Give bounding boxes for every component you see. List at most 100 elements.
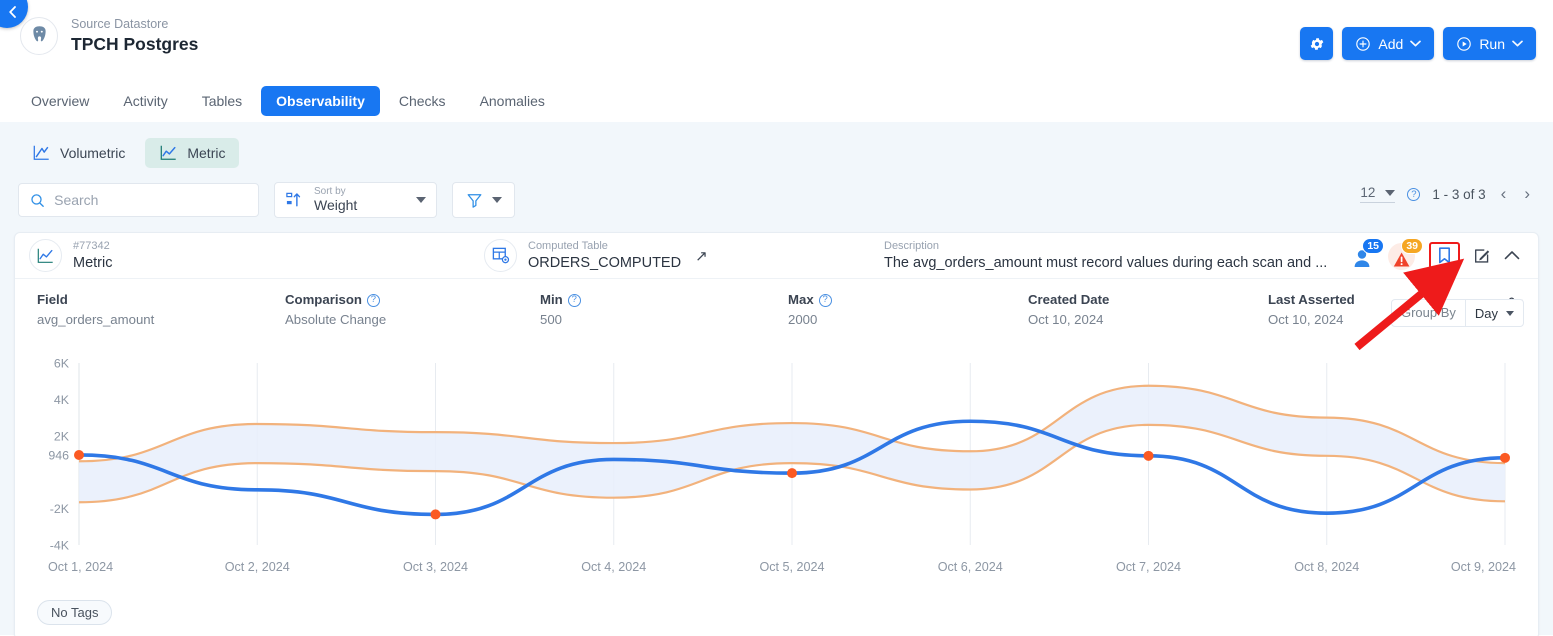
meta-asserted-value: Oct 10, 2024 [1268, 312, 1344, 327]
meta-max-label: Max [788, 292, 814, 307]
segment-volumetric-label: Volumetric [60, 145, 126, 161]
group-by-value: Day [1474, 305, 1498, 321]
no-tags-badge[interactable]: No Tags [37, 600, 113, 625]
meta-comparison-value: Absolute Change [285, 312, 387, 327]
group-by-control[interactable]: Group By Day [1390, 299, 1524, 327]
tab-activity[interactable]: Activity [108, 86, 182, 116]
bookmark-icon [1439, 247, 1450, 264]
page-range: 1 - 3 of 3 [1432, 186, 1486, 202]
header-actions: Add Run [1300, 16, 1537, 60]
meta-last-asserted: Last Asserted Oct 10, 2024 [1268, 291, 1355, 330]
play-circle-icon [1457, 36, 1472, 51]
edit-square-icon [1475, 248, 1490, 263]
settings-button[interactable] [1300, 27, 1334, 60]
computed-table-label: Computed Table [528, 240, 608, 252]
metric-chart-icon [161, 145, 177, 160]
edit-button[interactable] [1473, 247, 1491, 265]
chart-x-axis-labels: Oct 1, 2024 Oct 2, 2024 Oct 3, 2024 Oct 4, … [48, 560, 1516, 574]
computed-table-icon [484, 239, 517, 272]
svg-text:Oct 5, 2024: Oct 5, 2024 [759, 560, 824, 574]
svg-text:Oct 3, 2024: Oct 3, 2024 [403, 560, 468, 574]
metric-type: Metric [73, 255, 113, 271]
prev-page-button[interactable]: ‹ [1498, 184, 1510, 204]
app-page: Source Datastore TPCH Postgres Add Run O… [0, 0, 1553, 636]
metric-card-header: #77342 Metric Computed Table ORDERS_COMP… [15, 233, 1538, 279]
meta-max: Max ? 2000 [788, 291, 1028, 330]
volumetric-chart-icon [33, 145, 49, 160]
description-label: Description [884, 240, 940, 252]
page-size-value: 12 [1360, 185, 1376, 200]
meta-asserted-label: Last Asserted [1268, 292, 1355, 307]
tab-checks[interactable]: Checks [384, 86, 461, 116]
svg-text:Oct 8, 2024: Oct 8, 2024 [1294, 560, 1359, 574]
segment-volumetric[interactable]: Volumetric [18, 138, 139, 168]
primary-tabs: Overview Activity Tables Observability C… [0, 80, 1553, 122]
card-action-icons: 15 39 [1351, 237, 1524, 270]
svg-text:Oct 4, 2024: Oct 4, 2024 [581, 560, 646, 574]
help-circle-icon[interactable]: ? [818, 293, 832, 307]
datastore-subtitle: Source Datastore [71, 17, 169, 31]
segment-metric-label: Metric [187, 145, 226, 161]
chevron-down-icon [416, 197, 426, 203]
svg-text:Oct 7, 2024: Oct 7, 2024 [1116, 560, 1181, 574]
chevron-down-icon [491, 197, 502, 203]
people-count: 15 [1362, 237, 1384, 254]
help-circle-icon[interactable]: ? [567, 293, 581, 307]
svg-text:Oct 1, 2024: Oct 1, 2024 [48, 560, 113, 574]
metric-chart-svg: 6K4K2K946-2K-4K Oct 1, 2024 Oct 2, 2024 Oc… [48, 357, 1516, 575]
alert-badge[interactable]: 39 [1388, 237, 1423, 270]
meta-field-value: avg_orders_amount [37, 312, 155, 327]
description-value: The avg_orders_amount must record values… [884, 255, 1328, 271]
meta-min: Min ? 500 [540, 291, 788, 330]
tab-observability[interactable]: Observability [261, 86, 380, 116]
tab-overview[interactable]: Overview [16, 86, 104, 116]
description-block: Description The avg_orders_amount must r… [884, 239, 1351, 272]
add-button[interactable]: Add [1342, 27, 1435, 60]
sort-by-dropdown[interactable]: Sort by Weight [274, 182, 437, 218]
chevron-down-icon [1512, 40, 1523, 47]
datastore-identity: Source Datastore TPCH Postgres [16, 16, 198, 55]
group-by-label: Group By [1392, 300, 1466, 326]
alert-count: 39 [1401, 237, 1423, 254]
help-circle-icon[interactable]: ? [366, 293, 380, 307]
chevron-down-icon [1410, 40, 1422, 47]
chevron-down-icon [1506, 310, 1514, 316]
svg-text:Oct 2, 2024: Oct 2, 2024 [225, 560, 290, 574]
search-field[interactable] [18, 183, 259, 217]
segment-metric[interactable]: Metric [145, 138, 240, 168]
page-title: TPCH Postgres [71, 34, 199, 54]
meta-min-label: Min [540, 292, 563, 307]
computed-table-block: Computed Table ORDERS_COMPUTED ↗ [484, 239, 884, 272]
funnel-icon [467, 193, 481, 208]
chevron-down-icon [1385, 189, 1396, 196]
tab-tables[interactable]: Tables [187, 86, 257, 116]
add-button-label: Add [1378, 35, 1404, 52]
sort-ascending-icon [286, 192, 301, 206]
external-link-icon[interactable]: ↗ [695, 247, 708, 265]
metric-meta-row: Field avg_orders_amount Comparison ? Abs… [15, 279, 1538, 330]
chevron-up-icon [1504, 251, 1520, 260]
bookmark-button[interactable] [1429, 242, 1460, 269]
search-input[interactable] [54, 192, 247, 208]
meta-comparison-label: Comparison [285, 292, 362, 307]
run-button[interactable]: Run [1443, 27, 1536, 60]
svg-text:-4K: -4K [50, 539, 70, 553]
people-badge[interactable]: 15 [1351, 237, 1384, 270]
next-page-button[interactable]: › [1521, 184, 1533, 204]
filter-dropdown[interactable] [452, 182, 515, 218]
metric-chart-icon [29, 239, 62, 272]
help-circle-icon[interactable]: ? [1407, 187, 1421, 201]
run-button-label: Run [1479, 35, 1505, 52]
metric-chart: 6K 4K 2K 946 -2K -4K Oct 1, 2024 Oct 2, 2024 Oc… [15, 353, 1538, 593]
tab-anomalies[interactable]: Anomalies [465, 86, 560, 116]
page-size-dropdown[interactable]: 12 [1360, 185, 1396, 203]
svg-text:4K: 4K [54, 393, 70, 407]
meta-field: Field avg_orders_amount [37, 291, 285, 330]
chart-y-axis-labels: 6K 4K 2K 946 -2K -4K [48, 357, 69, 553]
meta-created-label: Created Date [1028, 292, 1110, 307]
metric-id: #77342 [73, 240, 110, 252]
svg-text:2K: 2K [54, 429, 70, 443]
collapse-button[interactable] [1504, 250, 1520, 261]
meta-comparison: Comparison ? Absolute Change [285, 291, 540, 330]
postgres-elephant-icon [20, 16, 58, 55]
